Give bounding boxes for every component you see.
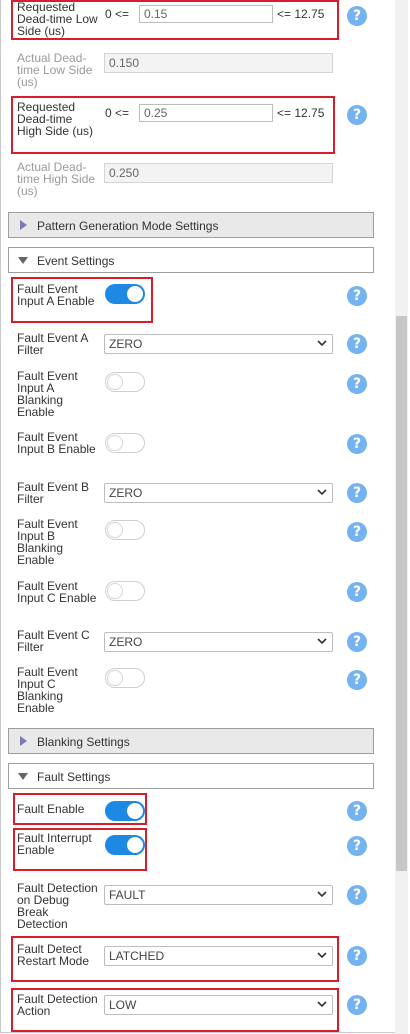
- chevron-down-icon: [317, 489, 327, 496]
- fault-debug-break-select[interactable]: FAULT: [104, 885, 333, 905]
- help-icon[interactable]: ?: [347, 801, 367, 821]
- fault-event-c-enable-toggle[interactable]: [105, 581, 145, 601]
- fault-event-b-filter-label: Fault Event B Filter: [17, 480, 90, 506]
- section-pattern-generation[interactable]: Pattern Generation Mode Settings: [8, 212, 374, 238]
- toggle-knob: [107, 670, 123, 686]
- help-icon[interactable]: ?: [347, 522, 367, 542]
- fault-event-b-enable-toggle[interactable]: [105, 433, 145, 453]
- expand-arrow-icon: [20, 736, 27, 746]
- expand-arrow-icon: [20, 220, 27, 230]
- fault-event-a-blanking-label: Fault Event Input A Blanking Enable: [17, 369, 78, 419]
- fault-event-a-filter-select[interactable]: ZERO: [104, 334, 333, 354]
- fault-event-b-enable-label: Fault Event Input B Enable: [17, 430, 96, 456]
- help-icon[interactable]: ?: [347, 6, 367, 26]
- dead-time-low-input[interactable]: 0.15: [139, 5, 273, 23]
- fault-event-b-blanking-label: Fault Event Input B Blanking Enable: [17, 517, 78, 567]
- chevron-down-icon: [317, 891, 327, 898]
- toggle-knob: [127, 803, 143, 819]
- help-icon[interactable]: ?: [347, 836, 367, 856]
- section-title: Fault Settings: [37, 770, 111, 784]
- toggle-knob: [107, 435, 123, 451]
- dead-time-high-input[interactable]: 0.25: [139, 104, 273, 122]
- toggle-knob: [107, 374, 123, 390]
- fault-restart-mode-select[interactable]: LATCHED: [104, 946, 333, 966]
- fault-restart-mode-label: Fault Detect Restart Mode: [17, 942, 90, 968]
- section-fault-settings[interactable]: Fault Settings: [8, 763, 374, 789]
- help-icon[interactable]: ?: [347, 434, 367, 454]
- actual-dead-time-high-label: Actual Dead-time High Side (us): [17, 160, 96, 198]
- fault-detection-action-label: Fault Detection Action: [17, 992, 98, 1018]
- help-icon[interactable]: ?: [347, 885, 367, 905]
- fault-event-a-enable-label: Fault Event Input A Enable: [17, 282, 95, 308]
- collapse-arrow-icon: [18, 773, 28, 780]
- collapse-arrow-icon: [18, 257, 28, 264]
- section-blanking-settings[interactable]: Blanking Settings: [8, 728, 374, 754]
- section-event-settings[interactable]: Event Settings: [8, 247, 374, 273]
- help-icon[interactable]: ?: [347, 286, 367, 306]
- fault-enable-toggle[interactable]: [105, 801, 145, 821]
- chevron-down-icon: [317, 952, 327, 959]
- fault-enable-label: Fault Enable: [17, 802, 85, 816]
- fault-event-c-blanking-toggle[interactable]: [105, 668, 145, 688]
- help-icon[interactable]: ?: [347, 334, 367, 354]
- help-icon[interactable]: ?: [347, 582, 367, 602]
- section-title: Event Settings: [37, 254, 115, 268]
- dead-time-low-max: <= 12.75: [277, 7, 325, 21]
- chevron-down-icon: [317, 340, 327, 347]
- chevron-down-icon: [317, 638, 327, 645]
- fault-event-a-blanking-toggle[interactable]: [105, 372, 145, 392]
- select-value: ZERO: [109, 486, 143, 500]
- toggle-knob: [107, 522, 123, 538]
- help-icon[interactable]: ?: [347, 670, 367, 690]
- fault-event-c-enable-label: Fault Event Input C Enable: [17, 579, 97, 605]
- help-icon[interactable]: ?: [347, 105, 367, 125]
- dead-time-low-min: 0 <=: [105, 7, 130, 21]
- fault-interrupt-enable-label: Fault Interrupt Enable: [17, 831, 92, 857]
- fault-debug-break-label: Fault Detection on Debug Break Detection: [17, 881, 98, 931]
- toggle-knob: [127, 837, 143, 853]
- dead-time-low-label: Requested Dead-time Low Side (us): [17, 0, 98, 38]
- fault-event-c-blanking-label: Fault Event Input C Blanking Enable: [17, 665, 78, 715]
- actual-dead-time-low-value: 0.150: [104, 53, 333, 73]
- fault-detection-action-select[interactable]: LOW: [104, 995, 333, 1015]
- actual-dead-time-low-label: Actual Dead-time Low Side (us): [17, 51, 93, 89]
- fault-event-b-filter-select[interactable]: ZERO: [104, 483, 333, 503]
- dead-time-high-min: 0 <=: [105, 106, 130, 120]
- dead-time-high-label: Requested Dead-time High Side (us): [17, 100, 94, 138]
- actual-dead-time-high-value: 0.250: [104, 163, 333, 183]
- scrollbar-thumb[interactable]: [396, 316, 407, 871]
- fault-event-a-filter-label: Fault Event A Filter: [17, 331, 88, 357]
- help-icon[interactable]: ?: [347, 995, 367, 1015]
- fault-event-c-filter-label: Fault Event C Filter: [17, 628, 90, 654]
- select-value: ZERO: [109, 337, 143, 351]
- toggle-knob: [107, 583, 123, 599]
- select-value: FAULT: [109, 888, 146, 902]
- fault-event-b-blanking-toggle[interactable]: [105, 520, 145, 540]
- section-title: Pattern Generation Mode Settings: [37, 219, 219, 233]
- select-value: LOW: [109, 998, 137, 1012]
- chevron-down-icon: [317, 1001, 327, 1008]
- select-value: ZERO: [109, 635, 143, 649]
- dead-time-high-max: <= 12.75: [277, 106, 325, 120]
- fault-interrupt-enable-toggle[interactable]: [105, 835, 145, 855]
- fault-event-c-filter-select[interactable]: ZERO: [104, 632, 333, 652]
- vertical-scrollbar[interactable]: [395, 0, 408, 1034]
- toggle-knob: [127, 286, 143, 302]
- section-title: Blanking Settings: [37, 735, 130, 749]
- select-value: LATCHED: [109, 949, 165, 963]
- fault-event-a-enable-toggle[interactable]: [105, 284, 145, 304]
- help-icon[interactable]: ?: [347, 374, 367, 394]
- help-icon[interactable]: ?: [347, 483, 367, 503]
- help-icon[interactable]: ?: [347, 946, 367, 966]
- help-icon[interactable]: ?: [347, 632, 367, 652]
